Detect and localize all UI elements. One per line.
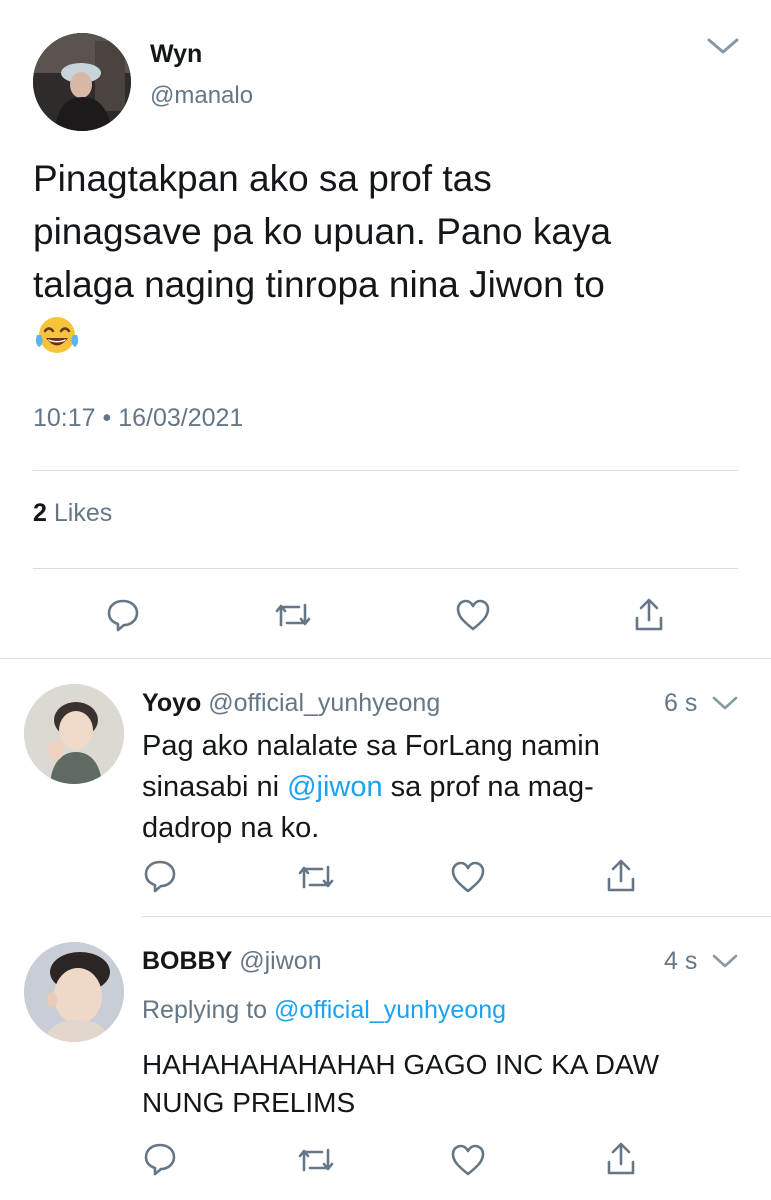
tweet-timestamp[interactable]: 10:17 • 16/03/2021 (33, 403, 243, 433)
reply-text-segment: sa prof na mag- (382, 771, 594, 803)
reply-time[interactable]: 4 s (664, 946, 697, 976)
avatar-wyn-image (33, 33, 131, 131)
divider (33, 568, 738, 569)
likes-label: Likes (53, 499, 113, 527)
reply-header: Yoyo @official_yunhyeong (142, 688, 440, 718)
reply-text-line: HAHAHAHAHAHAH GAGO INC KA DAW (142, 1049, 660, 1080)
tweet-text-line: talaga naging tinropa nina Jiwon to (33, 264, 605, 305)
reply-text-line: NUNG PRELIMS (142, 1087, 356, 1118)
chevron-down-icon[interactable] (706, 36, 740, 61)
chevron-down-icon[interactable] (711, 694, 739, 717)
retweet-icon[interactable] (296, 861, 336, 893)
reply-author-handle[interactable]: @jiwon (239, 947, 321, 975)
share-icon[interactable] (604, 1140, 638, 1178)
avatar-wyn[interactable] (33, 33, 131, 131)
reply-icon[interactable] (142, 858, 178, 894)
replying-to-label: Replying to (142, 996, 268, 1024)
retweet-icon[interactable] (273, 599, 313, 631)
likes-stat[interactable]: 2 Likes (33, 498, 112, 528)
section-divider (142, 916, 771, 917)
share-icon[interactable] (632, 596, 666, 634)
retweet-icon[interactable] (296, 1144, 336, 1176)
like-icon[interactable] (450, 1143, 486, 1177)
author-handle[interactable]: @manalo (150, 82, 253, 110)
like-icon[interactable] (450, 860, 486, 894)
avatar-bobby-image (24, 942, 124, 1042)
reply-icon[interactable] (105, 597, 141, 633)
like-icon[interactable] (455, 598, 491, 632)
tweet-text-line: Pinagtakpan ako sa prof tas (33, 158, 492, 199)
reply-time[interactable]: 6 s (664, 688, 697, 718)
avatar-yoyo-image (24, 684, 124, 784)
replying-to: Replying to @official_yunhyeong (142, 995, 506, 1025)
section-divider (0, 658, 771, 659)
reply-text-line: dadrop na ko. (142, 812, 320, 844)
tweet-text: Pinagtakpan ako sa prof tas pinagsave pa… (33, 152, 611, 311)
reply-text: Pag ako nalalate sa ForLang namin sinasa… (142, 726, 600, 849)
reply-author-name[interactable]: BOBBY (142, 947, 232, 975)
share-icon[interactable] (604, 857, 638, 895)
reply-header: BOBBY @jiwon (142, 946, 322, 976)
tears-of-joy-emoji (33, 313, 81, 362)
replying-to-mention[interactable]: @official_yunhyeong (274, 996, 506, 1024)
reply-text-line: sinasabi ni @jiwon sa prof na mag- (142, 767, 600, 808)
chevron-down-icon[interactable] (711, 952, 739, 975)
tweet-text-line: pinagsave pa ko upuan. Pano kaya (33, 211, 612, 252)
reply-icon[interactable] (142, 1141, 178, 1177)
divider (33, 470, 738, 471)
reply-text-line: Pag ako nalalate sa ForLang namin (142, 730, 600, 762)
avatar-bobby[interactable] (24, 942, 124, 1042)
reply-author-handle[interactable]: @official_yunhyeong (208, 689, 440, 717)
reply-author-name[interactable]: Yoyo (142, 689, 201, 717)
author-name[interactable]: Wyn (150, 40, 202, 68)
likes-count: 2 (33, 499, 47, 527)
reply-text-segment: sinasabi ni (142, 771, 288, 803)
mention-link[interactable]: @jiwon (287, 771, 383, 803)
reply-text: HAHAHAHAHAHAH GAGO INC KA DAW NUNG PRELI… (142, 1046, 659, 1122)
avatar-yoyo[interactable] (24, 684, 124, 784)
